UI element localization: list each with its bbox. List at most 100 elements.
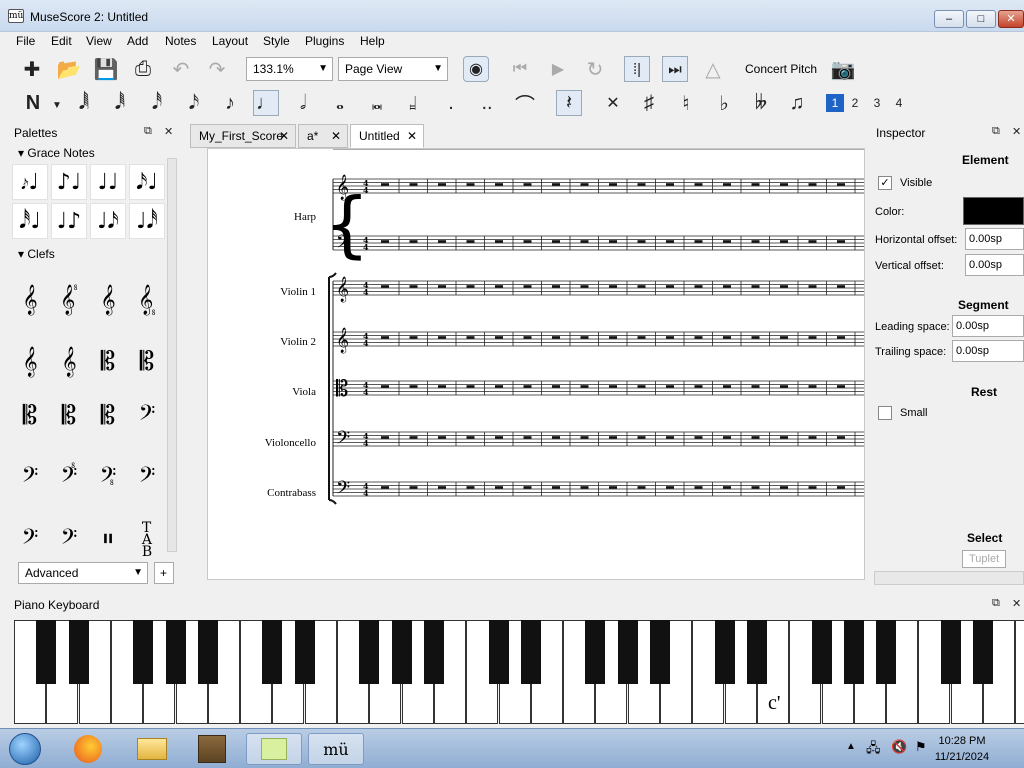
minecraft-taskbar-icon[interactable] <box>184 733 240 765</box>
black-key[interactable] <box>68 620 89 684</box>
concert-pitch-button[interactable]: Concert Pitch <box>745 62 817 76</box>
treble-15ma-clef-cell[interactable]: 𝄞 <box>90 280 126 320</box>
grace-32nd-cell[interactable]: 𝅘𝅥𝅰♩ <box>12 203 48 239</box>
flat-icon[interactable]: ♭ <box>711 90 737 116</box>
black-key[interactable] <box>391 620 412 684</box>
grace-after-16th-cell[interactable]: ♩𝅘𝅥𝅯 <box>90 203 126 239</box>
close-panel-icon[interactable]: ✕ <box>164 125 173 138</box>
start-button[interactable] <box>0 733 50 765</box>
grace-after-eighth-cell[interactable]: ♩♪ <box>51 203 87 239</box>
tab-a[interactable]: a* ✕ <box>298 124 348 148</box>
tab-my-first-score[interactable]: My_First_Score ✕ <box>190 124 296 148</box>
vertical-offset-input[interactable]: 0.00sp <box>965 254 1024 276</box>
inspector-scrollbar[interactable] <box>874 571 1024 585</box>
small-checkbox[interactable] <box>878 406 892 420</box>
black-key[interactable] <box>843 620 864 684</box>
note-32nd-icon[interactable]: 𝅘𝅥𝅰 <box>144 90 170 116</box>
note-whole-icon[interactable]: 𝅝 <box>327 90 353 116</box>
tray-chevron-up-icon[interactable]: ▲ <box>846 741 856 752</box>
black-key[interactable] <box>488 620 509 684</box>
float-panel-icon[interactable]: ⧉ <box>992 597 1000 610</box>
clock[interactable]: 10:28 PM 11/21/2024 <box>922 733 1002 765</box>
tab-untitled[interactable]: Untitled ✕ <box>350 124 424 148</box>
note-eighth-icon[interactable]: ♪ <box>217 90 243 116</box>
rest-icon[interactable]: 𝄽 <box>556 90 582 116</box>
alto-clef-cell[interactable]: 𝄡 <box>12 396 48 436</box>
black-key[interactable] <box>520 620 541 684</box>
black-key[interactable] <box>359 620 380 684</box>
close-tab-icon[interactable]: ✕ <box>331 125 341 147</box>
menu-notes[interactable]: Notes <box>165 34 196 48</box>
black-key[interactable] <box>940 620 961 684</box>
black-key[interactable] <box>746 620 767 684</box>
zoom-select[interactable]: 133.1% ▼ <box>246 57 333 81</box>
select-tuplet-button[interactable]: Tuplet <box>962 550 1006 568</box>
black-key[interactable] <box>650 620 670 684</box>
percussion-clef-cell[interactable]: 𝄥 <box>90 520 126 560</box>
undo-icon[interactable]: ↶ <box>168 56 194 82</box>
visible-checkbox[interactable]: ✓ <box>878 176 892 190</box>
midi-input-icon[interactable]: ◉ <box>463 56 489 82</box>
bass-clef-cell[interactable]: 𝄢 <box>129 396 165 436</box>
voice-1-button[interactable]: 1 <box>826 94 844 112</box>
augmentation-dot-icon[interactable]: . <box>438 90 464 116</box>
double-flat-icon[interactable]: 𝄫 <box>748 90 774 116</box>
add-workspace-button[interactable]: + <box>154 562 174 584</box>
camera-icon[interactable]: 📷 <box>830 56 856 82</box>
note-quarter-icon[interactable]: ♩ <box>253 90 279 116</box>
black-key[interactable] <box>294 620 315 684</box>
black-key[interactable] <box>973 620 993 684</box>
bass-15mb-clef-cell[interactable]: 𝄤 <box>90 458 126 498</box>
bass-8vb-clef-cell[interactable]: 𝄢 <box>12 458 48 498</box>
pan-score-icon[interactable]: ⏭ <box>662 56 688 82</box>
horizontal-offset-input[interactable]: 0.00sp <box>965 228 1024 250</box>
black-key[interactable] <box>585 620 606 684</box>
close-tab-icon[interactable]: ✕ <box>407 125 417 147</box>
volume-muted-icon[interactable]: 🔇 <box>891 739 907 755</box>
musescore-taskbar-icon[interactable]: mü <box>308 733 364 765</box>
treble-clef-cell[interactable]: 𝄞 <box>12 280 48 320</box>
play-repeats-icon[interactable]: ⁞| <box>624 56 650 82</box>
double-dot-icon[interactable]: .. <box>474 90 500 116</box>
chevron-down-icon[interactable]: ▼ <box>44 92 70 118</box>
soprano-clef-cell[interactable]: 𝄡 <box>90 342 126 382</box>
grace-acciaccatura-cell[interactable]: 𝆔♩ <box>12 164 48 200</box>
bass-15ma-clef-cell[interactable]: 𝄢 <box>129 458 165 498</box>
voice-4-button[interactable]: 4 <box>890 94 908 112</box>
treble-8va-clef-cell[interactable]: 𝄟 <box>51 280 87 320</box>
close-panel-icon[interactable]: ✕ <box>1012 597 1021 610</box>
workspace-select[interactable]: Advanced ▼ <box>18 562 148 584</box>
close-tab-icon[interactable]: ✕ <box>279 125 289 147</box>
sticky-notes-taskbar-icon[interactable] <box>246 733 302 765</box>
loop-icon[interactable]: ↻ <box>582 56 608 82</box>
clefs-section[interactable]: ▾ Clefs <box>18 247 55 261</box>
double-sharp-icon[interactable]: ✕ <box>600 90 626 116</box>
baritone-f-clef-cell[interactable]: 𝄢 <box>12 520 48 560</box>
menu-view[interactable]: View <box>86 34 112 48</box>
firefox-taskbar-icon[interactable] <box>60 733 116 765</box>
grace-quarter-cell[interactable]: ♩♩ <box>90 164 126 200</box>
black-key[interactable] <box>36 620 57 684</box>
note-128th-icon[interactable]: 𝅘𝅥𝅲 <box>71 90 97 116</box>
network-icon[interactable]: 🖧 <box>866 739 881 761</box>
mezzo-clef-cell[interactable]: 𝄡 <box>129 342 165 382</box>
trailing-space-input[interactable]: 0.00sp <box>952 340 1024 362</box>
menu-layout[interactable]: Layout <box>212 34 248 48</box>
new-score-icon[interactable]: ✚ <box>19 56 45 82</box>
rewind-icon[interactable]: ⏮ <box>507 56 533 82</box>
grace-appoggiatura-cell[interactable]: ♪♩ <box>51 164 87 200</box>
menu-file[interactable]: File <box>16 34 35 48</box>
note-16th-icon[interactable]: 𝅘𝅥𝅯 <box>181 90 207 116</box>
leading-space-input[interactable]: 0.00sp <box>952 315 1024 337</box>
black-key[interactable] <box>165 620 186 684</box>
print-icon[interactable]: ⎙ <box>130 56 156 82</box>
black-key[interactable] <box>714 620 735 684</box>
tenor-clef-cell[interactable]: 𝄡 <box>51 396 87 436</box>
sharp-icon[interactable]: ♯ <box>636 90 662 116</box>
black-key[interactable] <box>876 620 897 684</box>
float-panel-icon[interactable]: ⧉ <box>144 125 152 138</box>
close-button[interactable]: ✕ <box>998 10 1024 28</box>
open-folder-icon[interactable]: 📂 <box>56 56 82 82</box>
note-breve-icon[interactable]: 𝅜 <box>364 90 390 116</box>
voice-3-button[interactable]: 3 <box>868 94 886 112</box>
